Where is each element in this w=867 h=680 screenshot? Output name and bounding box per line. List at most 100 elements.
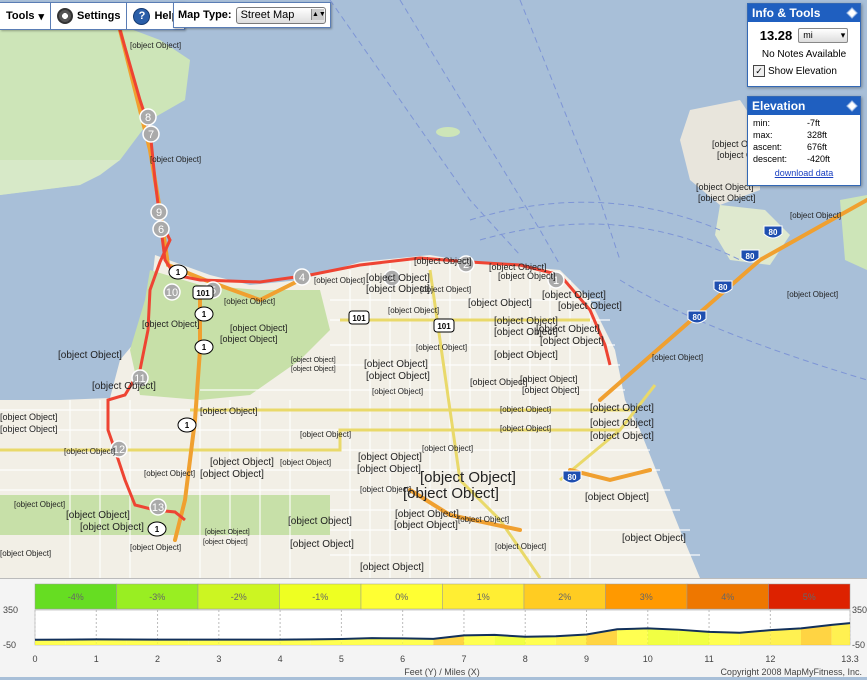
- gear-icon: [57, 8, 74, 24]
- highway-101-shield: 101: [192, 285, 214, 300]
- map-label: [object Object]: [203, 539, 248, 546]
- y-tick-label: 350: [852, 605, 867, 615]
- map-label: [object Object]: [224, 297, 275, 306]
- map-label: [object Object]: [291, 357, 336, 364]
- grade-legend-label: -3%: [149, 592, 165, 602]
- collapse-icon[interactable]: [846, 100, 858, 112]
- mile-marker[interactable]: 4: [293, 268, 311, 286]
- svg-text:1: 1: [155, 525, 160, 534]
- x-tick-label: 7: [461, 654, 466, 664]
- map-label: [object Object]: [540, 336, 604, 347]
- map-label: [object Object]: [790, 211, 841, 220]
- svg-text:6: 6: [158, 224, 164, 236]
- map-label: [object Object]: [64, 447, 115, 456]
- svg-text:80: 80: [769, 228, 778, 237]
- svg-text:13: 13: [152, 502, 164, 514]
- map-label: [object Object]: [585, 492, 649, 503]
- elevation-area-segment: [647, 628, 679, 645]
- map-label: [object Object]: [360, 485, 411, 494]
- y-tick-label: -50: [3, 640, 16, 650]
- map-label: [object Object]: [500, 424, 551, 433]
- unit-select[interactable]: mi: [798, 28, 849, 43]
- svg-text:1: 1: [202, 343, 207, 352]
- svg-text:8: 8: [145, 112, 151, 124]
- download-data-link[interactable]: download data: [748, 168, 860, 178]
- svg-text:101: 101: [196, 289, 210, 298]
- map-label: [object Object]: [360, 562, 424, 573]
- map-label: [object Object]: [394, 520, 458, 531]
- map-label: [object Object]: [200, 469, 264, 480]
- map-label: [object Object]: [92, 381, 156, 392]
- chevron-down-icon: ▾: [38, 10, 45, 23]
- map-label: [object Object]: [366, 273, 430, 284]
- select-arrow-icon: ▲▼: [311, 8, 326, 20]
- map-label: [object Object]: [372, 387, 423, 396]
- highway-101-shield: 101: [348, 310, 370, 325]
- mile-marker[interactable]: 9: [150, 203, 168, 221]
- info-tools-panel: Info & Tools 13.28 mi No Notes Available…: [747, 3, 861, 87]
- show-elevation-toggle[interactable]: ✓ Show Elevation: [753, 65, 856, 77]
- distance-row: 13.28 mi: [748, 28, 860, 43]
- map-label: [object Object]: [0, 412, 58, 422]
- mile-marker[interactable]: 6: [152, 220, 170, 238]
- tools-menu[interactable]: Tools ▾: [0, 3, 52, 29]
- map-label: [object Object]: [314, 276, 365, 285]
- interstate-80-shield: 80: [763, 225, 783, 239]
- mile-marker[interactable]: 13: [149, 498, 167, 516]
- svg-text:7: 7: [148, 129, 154, 141]
- map-canvas[interactable]: 1 2 3 4 5 6 7 8 9 10 11 12 13 101 101 10…: [0, 0, 867, 578]
- map-label: [object Object]: [130, 543, 181, 552]
- highway-1-shield: 1: [194, 339, 214, 355]
- grade-legend-label: -2%: [231, 592, 247, 602]
- map-label: [object Object]: [291, 366, 336, 373]
- mile-marker[interactable]: 8: [139, 108, 157, 126]
- x-tick-label: 12: [765, 654, 775, 664]
- grade-legend-label: 0%: [395, 592, 408, 602]
- highway-1-shield: 1: [177, 417, 197, 433]
- map-type-label: Map Type:: [178, 9, 232, 21]
- map-label: [object Object]: [388, 306, 439, 315]
- map-type-select[interactable]: Street Map ▲▼: [235, 6, 326, 24]
- total-distance: 13.28: [759, 28, 793, 43]
- notes-text: No Notes Available: [761, 49, 847, 60]
- map-label: [object Object]: [420, 469, 516, 486]
- map-label: [object Object]: [494, 350, 558, 361]
- show-elevation-checkbox[interactable]: ✓: [753, 65, 765, 77]
- map-label: [object Object]: [58, 350, 122, 361]
- max-label: max:: [753, 130, 773, 140]
- mile-marker[interactable]: 7: [142, 125, 160, 143]
- x-tick-label: 11: [704, 654, 713, 664]
- settings-button[interactable]: Settings: [51, 3, 128, 29]
- svg-text:80: 80: [719, 283, 728, 292]
- map-label: [object Object]: [280, 458, 331, 467]
- elevation-header[interactable]: Elevation: [748, 97, 860, 115]
- tools-label: Tools: [6, 10, 35, 22]
- info-tools-header[interactable]: Info & Tools: [748, 4, 860, 22]
- highway-1-shield: 1: [168, 264, 188, 280]
- elevation-area-segment: [709, 631, 740, 645]
- x-tick-label: 4: [278, 654, 283, 664]
- map-label: [object Object]: [80, 522, 144, 533]
- map-label: [object Object]: [230, 323, 288, 333]
- elevation-chart[interactable]: -4% -3% -2% -1% 0% 1% 2% 3% 4% 5% 0 1 2 3 4 5 6 7 8 9 10 11 12…: [0, 578, 867, 677]
- show-elevation-label: Show Elevation: [768, 65, 837, 77]
- grade-legend-label: -4%: [68, 592, 84, 602]
- map-label: [object Object]: [0, 549, 51, 558]
- descent-label: descent:: [753, 154, 788, 164]
- map-label: [object Object]: [787, 290, 838, 299]
- map-label: [object Object]: [542, 290, 606, 301]
- ascent-value: 676ft: [807, 142, 828, 152]
- map-label: [object Object]: [364, 359, 428, 370]
- map-label: [object Object]: [290, 539, 354, 550]
- grade-legend-label: 2%: [558, 592, 571, 602]
- grade-legend-label: 1%: [477, 592, 490, 602]
- map-label: [object Object]: [500, 405, 551, 414]
- collapse-icon[interactable]: [846, 7, 858, 19]
- x-tick-label: 0: [32, 654, 37, 664]
- mile-marker[interactable]: 10: [163, 283, 181, 301]
- map-label: [object Object]: [696, 182, 754, 192]
- map-label: [object Object]: [422, 444, 473, 453]
- interstate-80-shield: 80: [740, 249, 760, 263]
- svg-text:101: 101: [437, 322, 451, 331]
- map-label: [object Object]: [300, 430, 351, 439]
